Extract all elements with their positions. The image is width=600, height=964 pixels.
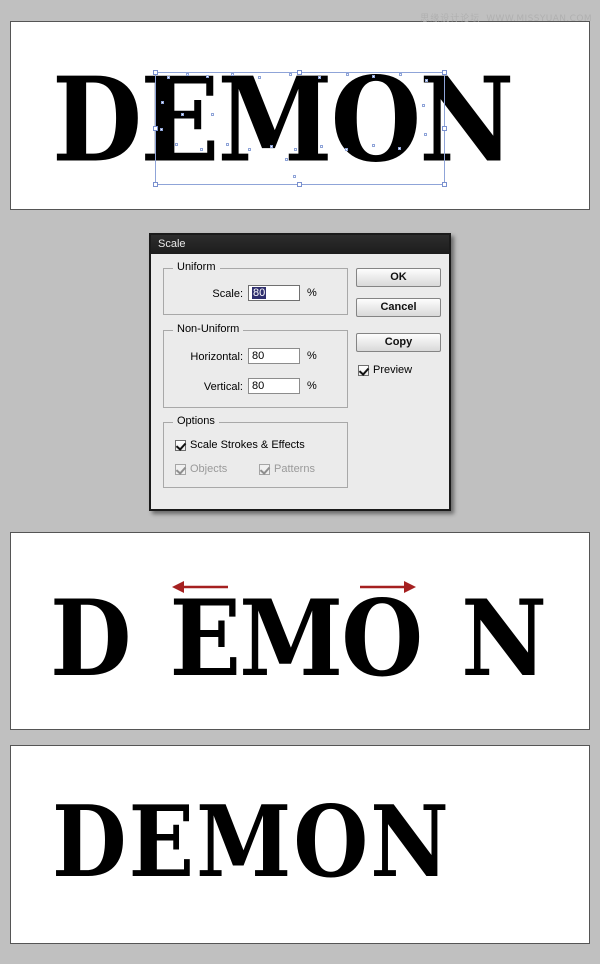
dialog-title: Scale [158, 238, 186, 250]
scale-input-value: 80 [252, 287, 267, 299]
path-anchor-point[interactable] [226, 143, 229, 146]
non-uniform-group [163, 330, 348, 408]
horizontal-label: Horizontal: [190, 351, 243, 363]
checkbox-icon [358, 364, 369, 376]
path-anchor-point[interactable] [372, 144, 375, 147]
dialog-titlebar[interactable]: Scale [151, 235, 449, 254]
uniform-group-label: Uniform [173, 262, 220, 273]
glyph-n: N [461, 577, 547, 701]
path-anchor-point[interactable] [318, 76, 321, 79]
checkbox-scale-strokes-effects[interactable]: Scale Strokes & Effects [175, 439, 305, 451]
vertical-percent-symbol: % [307, 380, 317, 392]
scale-dialog[interactable]: Scale Uniform Scale: 80 % Non-Uniform Ho… [149, 233, 451, 511]
path-anchor-point[interactable] [167, 76, 170, 79]
options-group-label: Options [173, 416, 219, 427]
path-anchor-point[interactable] [345, 148, 348, 151]
checkbox-patterns: Patterns [259, 463, 315, 475]
wordmark-after-scale: D EMO N [50, 577, 547, 701]
watermark: 思缘设计论坛 WWW.MISSYUAN.COM [420, 11, 592, 24]
checkbox-icon [259, 463, 270, 475]
checkbox-icon [175, 463, 186, 475]
path-anchor-point[interactable] [346, 73, 349, 76]
path-anchor-point[interactable] [424, 133, 427, 136]
path-anchor-point[interactable] [289, 73, 292, 76]
options-group [163, 422, 348, 488]
horizontal-input[interactable]: 80 [248, 348, 300, 364]
scale-label: Scale: [212, 288, 243, 300]
scale-percent-symbol: % [307, 287, 317, 299]
glyph-e: E [169, 577, 242, 701]
glyph-d: D [50, 577, 132, 701]
path-anchor-point[interactable] [294, 148, 297, 151]
glyph-o: O [330, 50, 422, 189]
path-anchor-point[interactable] [399, 73, 402, 76]
vertical-input[interactable]: 80 [248, 378, 300, 394]
path-anchor-point[interactable] [398, 147, 401, 150]
watermark-cn-text: 思缘设计论坛 [420, 14, 481, 24]
checkbox-label: Preview [373, 364, 413, 376]
glyph-m: M [239, 577, 343, 701]
wordmark-before-scale: DEMON [52, 50, 514, 189]
path-anchor-point[interactable] [181, 113, 184, 116]
path-anchor-point[interactable] [160, 128, 163, 131]
path-anchor-point[interactable] [258, 76, 261, 79]
path-anchor-point[interactable] [425, 79, 428, 82]
glyph-m: M [196, 784, 294, 900]
glyph-n: N [419, 50, 514, 189]
glyph-n: N [370, 784, 451, 900]
path-anchor-point[interactable] [372, 75, 375, 78]
path-anchor-point[interactable] [161, 101, 164, 104]
checkbox-label: Patterns [274, 463, 315, 475]
copy-button[interactable]: Copy [356, 333, 441, 352]
path-anchor-point[interactable] [248, 148, 251, 151]
dialog-body: Uniform Scale: 80 % Non-Uniform Horizont… [151, 254, 449, 509]
scale-input[interactable]: 80 [248, 285, 300, 301]
watermark-url-text: WWW.MISSYUAN.COM [486, 14, 592, 24]
cancel-button[interactable]: Cancel [356, 298, 441, 317]
non-uniform-group-label: Non-Uniform [173, 324, 244, 335]
vertical-label: Vertical: [203, 381, 243, 393]
glyph-d: D [52, 50, 142, 189]
path-anchor-point[interactable] [200, 148, 203, 151]
path-anchor-point[interactable] [175, 143, 178, 146]
glyph-m: M [217, 50, 332, 189]
arrow-left-icon [172, 581, 228, 593]
checkbox-preview[interactable]: Preview [358, 364, 412, 376]
checkbox-label: Scale Strokes & Effects [190, 439, 305, 451]
wordmark-final: DEMON [52, 784, 451, 900]
checkbox-objects: Objects [175, 463, 227, 475]
checkbox-icon [175, 439, 186, 451]
glyph-d: D [52, 784, 129, 900]
path-anchor-point[interactable] [320, 145, 323, 148]
path-anchor-point[interactable] [231, 73, 234, 76]
path-anchor-point[interactable] [206, 75, 209, 78]
horizontal-percent-symbol: % [307, 350, 317, 362]
glyph-e: E [128, 784, 197, 900]
checkbox-label: Objects [190, 463, 228, 475]
path-anchor-point[interactable] [211, 113, 214, 116]
path-anchor-point[interactable] [293, 175, 296, 178]
glyph-o: O [293, 784, 371, 900]
path-anchor-point[interactable] [285, 158, 288, 161]
ok-button[interactable]: OK [356, 268, 441, 287]
glyph-e: E [140, 50, 219, 189]
arrow-right-icon [360, 581, 416, 593]
path-anchor-point[interactable] [422, 104, 425, 107]
glyph-o: O [341, 577, 423, 701]
path-anchor-point[interactable] [270, 145, 273, 148]
path-anchor-point[interactable] [186, 73, 189, 76]
